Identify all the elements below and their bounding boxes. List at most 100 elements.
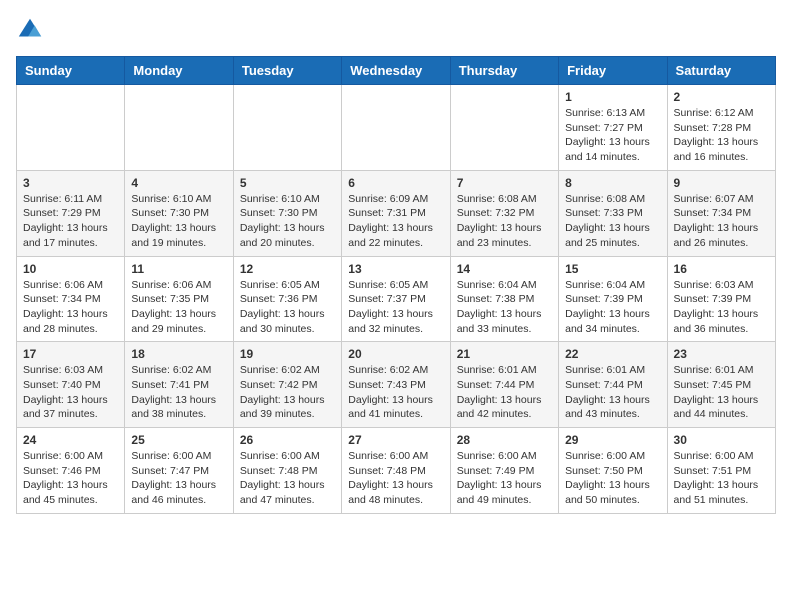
day-info: Sunrise: 6:09 AM Sunset: 7:31 PM Dayligh… bbox=[348, 192, 443, 251]
calendar-cell: 25 Sunrise: 6:00 AM Sunset: 7:47 PM Dayli… bbox=[125, 428, 233, 514]
calendar-cell bbox=[125, 85, 233, 171]
day-number: 11 bbox=[131, 262, 226, 276]
day-info: Sunrise: 6:00 AM Sunset: 7:50 PM Dayligh… bbox=[565, 449, 660, 508]
calendar-cell: 3 Sunrise: 6:11 AM Sunset: 7:29 PM Daylig… bbox=[17, 170, 125, 256]
day-number: 7 bbox=[457, 176, 552, 190]
calendar-cell: 30 Sunrise: 6:00 AM Sunset: 7:51 PM Dayli… bbox=[667, 428, 775, 514]
day-number: 26 bbox=[240, 433, 335, 447]
day-info: Sunrise: 6:11 AM Sunset: 7:29 PM Dayligh… bbox=[23, 192, 118, 251]
day-info: Sunrise: 6:01 AM Sunset: 7:44 PM Dayligh… bbox=[457, 363, 552, 422]
day-info: Sunrise: 6:12 AM Sunset: 7:28 PM Dayligh… bbox=[674, 106, 769, 165]
logo bbox=[16, 16, 48, 44]
day-header-saturday: Saturday bbox=[667, 57, 775, 85]
day-header-sunday: Sunday bbox=[17, 57, 125, 85]
calendar-cell: 15 Sunrise: 6:04 AM Sunset: 7:39 PM Dayli… bbox=[559, 256, 667, 342]
page-header bbox=[16, 16, 776, 44]
calendar-table: SundayMondayTuesdayWednesdayThursdayFrid… bbox=[16, 56, 776, 514]
calendar-cell: 26 Sunrise: 6:00 AM Sunset: 7:48 PM Dayli… bbox=[233, 428, 341, 514]
calendar-cell: 24Sunrise: 6:00 AM Sunset: 7:46 PM Dayli… bbox=[17, 428, 125, 514]
day-info: Sunrise: 6:01 AM Sunset: 7:44 PM Dayligh… bbox=[565, 363, 660, 422]
day-number: 10 bbox=[23, 262, 118, 276]
day-number: 17 bbox=[23, 347, 118, 361]
day-header-friday: Friday bbox=[559, 57, 667, 85]
calendar-cell: 2 Sunrise: 6:12 AM Sunset: 7:28 PM Daylig… bbox=[667, 85, 775, 171]
day-number: 29 bbox=[565, 433, 660, 447]
day-number: 30 bbox=[674, 433, 769, 447]
day-number: 3 bbox=[23, 176, 118, 190]
day-info: Sunrise: 6:00 AM Sunset: 7:49 PM Dayligh… bbox=[457, 449, 552, 508]
calendar-cell: 28 Sunrise: 6:00 AM Sunset: 7:49 PM Dayli… bbox=[450, 428, 558, 514]
day-info: Sunrise: 6:00 AM Sunset: 7:48 PM Dayligh… bbox=[240, 449, 335, 508]
calendar-cell: 4 Sunrise: 6:10 AM Sunset: 7:30 PM Daylig… bbox=[125, 170, 233, 256]
calendar-body: 1 Sunrise: 6:13 AM Sunset: 7:27 PM Daylig… bbox=[17, 85, 776, 514]
day-number: 28 bbox=[457, 433, 552, 447]
calendar-cell: 11 Sunrise: 6:06 AM Sunset: 7:35 PM Dayli… bbox=[125, 256, 233, 342]
day-number: 8 bbox=[565, 176, 660, 190]
week-row-1: 1 Sunrise: 6:13 AM Sunset: 7:27 PM Daylig… bbox=[17, 85, 776, 171]
calendar-cell: 17 Sunrise: 6:03 AM Sunset: 7:40 PM Dayli… bbox=[17, 342, 125, 428]
day-number: 27 bbox=[348, 433, 443, 447]
day-info: Sunrise: 6:04 AM Sunset: 7:38 PM Dayligh… bbox=[457, 278, 552, 337]
day-header-wednesday: Wednesday bbox=[342, 57, 450, 85]
calendar-cell: 18Sunrise: 6:02 AM Sunset: 7:41 PM Dayli… bbox=[125, 342, 233, 428]
logo-icon bbox=[16, 16, 44, 44]
calendar-cell: 7 Sunrise: 6:08 AM Sunset: 7:32 PM Daylig… bbox=[450, 170, 558, 256]
day-number: 16 bbox=[674, 262, 769, 276]
day-info: Sunrise: 6:07 AM Sunset: 7:34 PM Dayligh… bbox=[674, 192, 769, 251]
day-info: Sunrise: 6:00 AM Sunset: 7:47 PM Dayligh… bbox=[131, 449, 226, 508]
week-row-4: 17 Sunrise: 6:03 AM Sunset: 7:40 PM Dayli… bbox=[17, 342, 776, 428]
calendar-cell: 5Sunrise: 6:10 AM Sunset: 7:30 PM Daylig… bbox=[233, 170, 341, 256]
day-info: Sunrise: 6:05 AM Sunset: 7:36 PM Dayligh… bbox=[240, 278, 335, 337]
day-number: 22 bbox=[565, 347, 660, 361]
week-row-2: 3 Sunrise: 6:11 AM Sunset: 7:29 PM Daylig… bbox=[17, 170, 776, 256]
day-number: 24 bbox=[23, 433, 118, 447]
calendar-cell bbox=[450, 85, 558, 171]
day-info: Sunrise: 6:04 AM Sunset: 7:39 PM Dayligh… bbox=[565, 278, 660, 337]
day-number: 6 bbox=[348, 176, 443, 190]
day-number: 21 bbox=[457, 347, 552, 361]
day-header-monday: Monday bbox=[125, 57, 233, 85]
day-number: 4 bbox=[131, 176, 226, 190]
day-info: Sunrise: 6:13 AM Sunset: 7:27 PM Dayligh… bbox=[565, 106, 660, 165]
day-info: Sunrise: 6:08 AM Sunset: 7:32 PM Dayligh… bbox=[457, 192, 552, 251]
day-info: Sunrise: 6:01 AM Sunset: 7:45 PM Dayligh… bbox=[674, 363, 769, 422]
day-info: Sunrise: 6:03 AM Sunset: 7:39 PM Dayligh… bbox=[674, 278, 769, 337]
calendar-cell: 10 Sunrise: 6:06 AM Sunset: 7:34 PM Dayli… bbox=[17, 256, 125, 342]
calendar-header: SundayMondayTuesdayWednesdayThursdayFrid… bbox=[17, 57, 776, 85]
calendar-cell: 21 Sunrise: 6:01 AM Sunset: 7:44 PM Dayli… bbox=[450, 342, 558, 428]
calendar-cell: 22 Sunrise: 6:01 AM Sunset: 7:44 PM Dayli… bbox=[559, 342, 667, 428]
day-number: 5 bbox=[240, 176, 335, 190]
day-number: 1 bbox=[565, 90, 660, 104]
calendar-cell: 27 Sunrise: 6:00 AM Sunset: 7:48 PM Dayli… bbox=[342, 428, 450, 514]
calendar-cell: 9 Sunrise: 6:07 AM Sunset: 7:34 PM Daylig… bbox=[667, 170, 775, 256]
calendar-cell bbox=[17, 85, 125, 171]
calendar-cell: 16 Sunrise: 6:03 AM Sunset: 7:39 PM Dayli… bbox=[667, 256, 775, 342]
day-number: 14 bbox=[457, 262, 552, 276]
day-info: Sunrise: 6:06 AM Sunset: 7:35 PM Dayligh… bbox=[131, 278, 226, 337]
calendar-cell: 23 Sunrise: 6:01 AM Sunset: 7:45 PM Dayli… bbox=[667, 342, 775, 428]
day-info: Sunrise: 6:00 AM Sunset: 7:51 PM Dayligh… bbox=[674, 449, 769, 508]
day-number: 9 bbox=[674, 176, 769, 190]
day-info: Sunrise: 6:03 AM Sunset: 7:40 PM Dayligh… bbox=[23, 363, 118, 422]
days-of-week-row: SundayMondayTuesdayWednesdayThursdayFrid… bbox=[17, 57, 776, 85]
day-number: 25 bbox=[131, 433, 226, 447]
calendar-cell: 14 Sunrise: 6:04 AM Sunset: 7:38 PM Dayli… bbox=[450, 256, 558, 342]
day-number: 15 bbox=[565, 262, 660, 276]
calendar-cell: 1 Sunrise: 6:13 AM Sunset: 7:27 PM Daylig… bbox=[559, 85, 667, 171]
day-info: Sunrise: 6:00 AM Sunset: 7:48 PM Dayligh… bbox=[348, 449, 443, 508]
day-number: 13 bbox=[348, 262, 443, 276]
day-number: 2 bbox=[674, 90, 769, 104]
day-info: Sunrise: 6:05 AM Sunset: 7:37 PM Dayligh… bbox=[348, 278, 443, 337]
calendar-cell: 8Sunrise: 6:08 AM Sunset: 7:33 PM Daylig… bbox=[559, 170, 667, 256]
week-row-3: 10 Sunrise: 6:06 AM Sunset: 7:34 PM Dayli… bbox=[17, 256, 776, 342]
day-info: Sunrise: 6:02 AM Sunset: 7:42 PM Dayligh… bbox=[240, 363, 335, 422]
day-info: Sunrise: 6:10 AM Sunset: 7:30 PM Dayligh… bbox=[131, 192, 226, 251]
calendar-cell: 12 Sunrise: 6:05 AM Sunset: 7:36 PM Dayli… bbox=[233, 256, 341, 342]
calendar-cell: 6 Sunrise: 6:09 AM Sunset: 7:31 PM Daylig… bbox=[342, 170, 450, 256]
week-row-5: 24Sunrise: 6:00 AM Sunset: 7:46 PM Dayli… bbox=[17, 428, 776, 514]
day-header-thursday: Thursday bbox=[450, 57, 558, 85]
day-number: 12 bbox=[240, 262, 335, 276]
calendar-cell: 19Sunrise: 6:02 AM Sunset: 7:42 PM Dayli… bbox=[233, 342, 341, 428]
day-number: 23 bbox=[674, 347, 769, 361]
day-info: Sunrise: 6:06 AM Sunset: 7:34 PM Dayligh… bbox=[23, 278, 118, 337]
